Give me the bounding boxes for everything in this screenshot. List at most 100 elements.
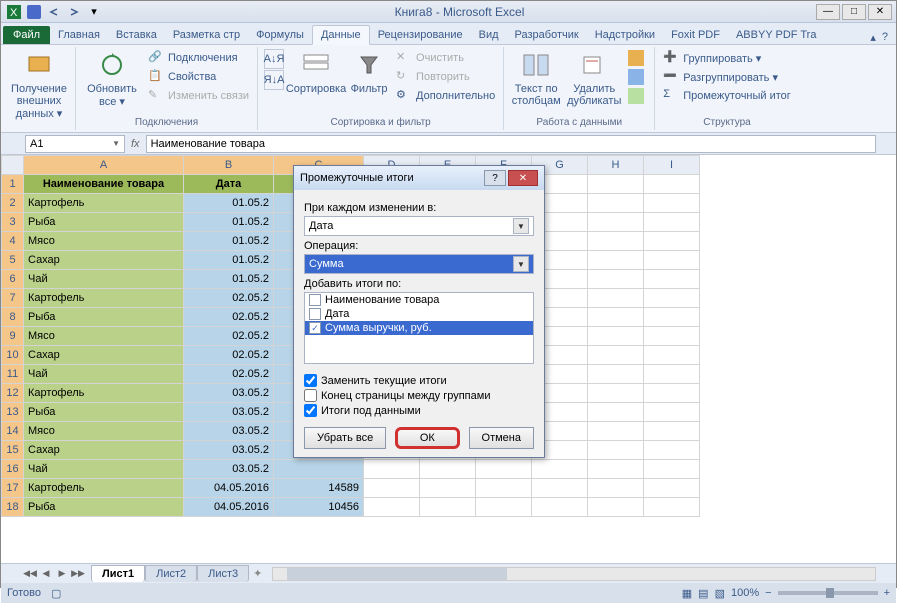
cell[interactable] [644, 175, 700, 194]
cell[interactable] [588, 308, 644, 327]
list-item[interactable]: Наименование товара [305, 293, 533, 307]
cell-B2[interactable]: 01.05.2 [184, 194, 274, 213]
row-header-8[interactable]: 8 [2, 308, 24, 327]
row-header-10[interactable]: 10 [2, 346, 24, 365]
cell[interactable] [364, 498, 420, 517]
cell[interactable] [644, 365, 700, 384]
chevron-down-icon[interactable]: ▼ [112, 139, 120, 148]
excel-icon[interactable]: X [5, 3, 23, 21]
ok-button[interactable]: ОК [395, 427, 460, 449]
cell[interactable] [420, 479, 476, 498]
cell[interactable] [588, 232, 644, 251]
tab-формулы[interactable]: Формулы [248, 26, 312, 44]
zoom-level[interactable]: 100% [731, 587, 759, 599]
row-header-12[interactable]: 12 [2, 384, 24, 403]
row-header-18[interactable]: 18 [2, 498, 24, 517]
cell[interactable] [588, 251, 644, 270]
get-external-data-button[interactable]: Получение внешних данных ▾ [9, 49, 69, 120]
cell-B12[interactable]: 03.05.2 [184, 384, 274, 403]
page-break-checkbox[interactable]: Конец страницы между группами [304, 389, 534, 402]
text-to-columns-button[interactable]: Текст по столбцам [510, 49, 562, 107]
view-normal-icon[interactable]: ▦ [682, 587, 692, 600]
cell[interactable] [588, 289, 644, 308]
ribbon-minimize-icon[interactable]: ▴ [870, 31, 876, 44]
col-header-B[interactable]: B [184, 156, 274, 175]
cell[interactable] [644, 251, 700, 270]
tab-данные[interactable]: Данные [312, 25, 370, 45]
cell-B17[interactable]: 04.05.2016 [184, 479, 274, 498]
sheet-tab-Лист3[interactable]: Лист3 [197, 565, 249, 582]
cell[interactable] [644, 346, 700, 365]
cell-A8[interactable]: Рыба [24, 308, 184, 327]
cell[interactable] [532, 460, 588, 479]
cell-A6[interactable]: Чай [24, 270, 184, 289]
cell[interactable] [588, 175, 644, 194]
tab-разметка стр[interactable]: Разметка стр [165, 26, 248, 44]
cell-B14[interactable]: 03.05.2 [184, 422, 274, 441]
cell-A17[interactable]: Картофель [24, 479, 184, 498]
cell-A18[interactable]: Рыба [24, 498, 184, 517]
view-layout-icon[interactable]: ▤ [698, 587, 708, 600]
cell[interactable] [588, 384, 644, 403]
row-header-11[interactable]: 11 [2, 365, 24, 384]
operation-combo[interactable]: Сумма▼ [304, 254, 534, 274]
sort-button[interactable]: Сортировка [288, 49, 344, 95]
cell-B10[interactable]: 02.05.2 [184, 346, 274, 365]
remove-all-button[interactable]: Убрать все [304, 427, 386, 449]
cell-B8[interactable]: 02.05.2 [184, 308, 274, 327]
cell-C17[interactable]: 14589 [274, 479, 364, 498]
cell[interactable] [644, 270, 700, 289]
zoom-slider[interactable] [778, 591, 878, 595]
cell-A2[interactable]: Картофель [24, 194, 184, 213]
tab-надстройки[interactable]: Надстройки [587, 26, 663, 44]
cell-B13[interactable]: 03.05.2 [184, 403, 274, 422]
cell[interactable] [644, 213, 700, 232]
minimize-button[interactable]: — [816, 4, 840, 20]
cell-A3[interactable]: Рыба [24, 213, 184, 232]
row-header-2[interactable]: 2 [2, 194, 24, 213]
filter-button[interactable]: Фильтр [348, 49, 390, 95]
cell-B4[interactable]: 01.05.2 [184, 232, 274, 251]
cell[interactable] [644, 460, 700, 479]
sheet-tab-Лист1[interactable]: Лист1 [91, 565, 145, 582]
advanced-filter-button[interactable]: ⚙Дополнительно [394, 87, 497, 105]
ungroup-button[interactable]: ➖Разгруппировать ▾ [661, 68, 793, 86]
new-sheet-icon[interactable]: ✦ [253, 567, 262, 580]
cell-B3[interactable]: 01.05.2 [184, 213, 274, 232]
cell-B15[interactable]: 03.05.2 [184, 441, 274, 460]
summary-below-checkbox[interactable]: Итоги под данными [304, 404, 534, 417]
cell[interactable] [532, 498, 588, 517]
data-validation-icon[interactable] [626, 49, 648, 67]
replace-current-checkbox[interactable]: Заменить текущие итоги [304, 374, 534, 387]
row-header-7[interactable]: 7 [2, 289, 24, 308]
row-header-3[interactable]: 3 [2, 213, 24, 232]
cell-B5[interactable]: 01.05.2 [184, 251, 274, 270]
chevron-down-icon[interactable]: ▼ [513, 256, 529, 272]
remove-duplicates-button[interactable]: Удалить дубликаты [566, 49, 622, 107]
cell[interactable] [532, 479, 588, 498]
row-header-6[interactable]: 6 [2, 270, 24, 289]
row-header-17[interactable]: 17 [2, 479, 24, 498]
tab-разработчик[interactable]: Разработчик [507, 26, 587, 44]
chevron-down-icon[interactable]: ▼ [513, 218, 529, 234]
horizontal-scrollbar[interactable] [272, 567, 876, 581]
cell[interactable] [644, 232, 700, 251]
col-header-I[interactable]: I [644, 156, 700, 175]
cell[interactable] [588, 365, 644, 384]
cell-A15[interactable]: Сахар [24, 441, 184, 460]
cell-B11[interactable]: 02.05.2 [184, 365, 274, 384]
reapply-button[interactable]: ↻Повторить [394, 68, 497, 86]
cell[interactable] [476, 498, 532, 517]
row-header-15[interactable]: 15 [2, 441, 24, 460]
consolidate-icon[interactable] [626, 68, 648, 86]
cell[interactable] [588, 327, 644, 346]
tab-рецензирование[interactable]: Рецензирование [370, 26, 471, 44]
sheet-nav[interactable]: ◀◀◀▶▶▶ [23, 568, 85, 579]
tab-file[interactable]: Файл [3, 26, 50, 44]
close-button[interactable]: ✕ [868, 4, 892, 20]
cell[interactable] [588, 441, 644, 460]
cell[interactable] [644, 194, 700, 213]
cell[interactable] [588, 213, 644, 232]
col-header-H[interactable]: H [588, 156, 644, 175]
cell-A5[interactable]: Сахар [24, 251, 184, 270]
